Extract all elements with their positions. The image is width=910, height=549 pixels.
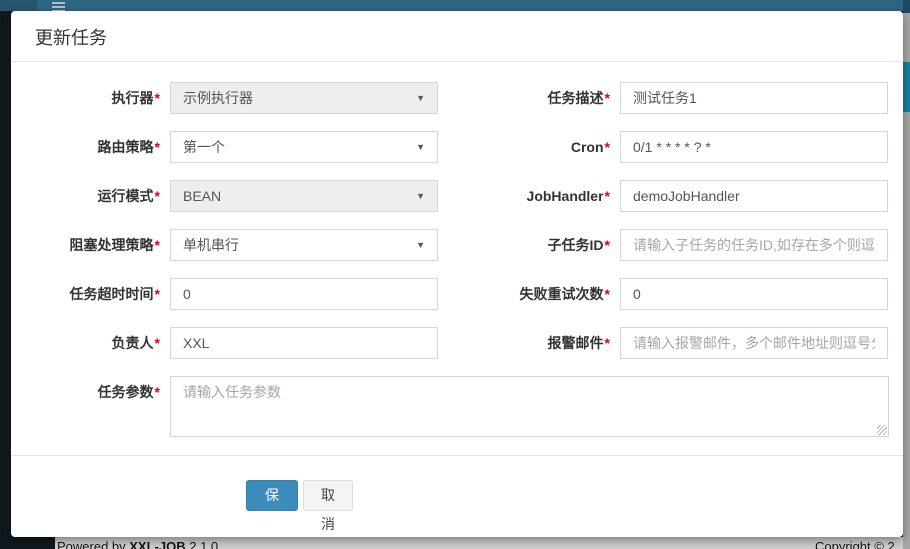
block-strategy-select[interactable]: 单机串行 ▼ bbox=[170, 229, 438, 261]
footer-copyright: Copyright © 2 bbox=[815, 539, 895, 549]
field-label-job-desc: 任务描述* bbox=[460, 82, 610, 114]
field-label-child-jobid: 子任务ID* bbox=[460, 229, 610, 261]
cron-input[interactable] bbox=[620, 131, 888, 163]
chevron-down-icon: ▼ bbox=[416, 240, 425, 250]
cancel-button[interactable]: 取消 bbox=[303, 480, 353, 511]
footer-brand: XXL-JOB bbox=[129, 539, 185, 549]
save-button[interactable]: 保存 bbox=[246, 480, 298, 511]
alarm-email-input[interactable] bbox=[620, 327, 888, 359]
glue-type-select: BEAN ▼ bbox=[170, 180, 438, 212]
block-strategy-value: 单机串行 bbox=[183, 235, 239, 255]
footer-version: 2.1.0 bbox=[186, 539, 219, 549]
field-label-job-param: 任务参数* bbox=[11, 376, 160, 408]
hamburger-icon[interactable] bbox=[52, 0, 66, 11]
field-label-jobhandler: JobHandler* bbox=[460, 180, 610, 212]
chevron-down-icon: ▼ bbox=[416, 93, 425, 103]
author-input[interactable] bbox=[170, 327, 438, 359]
chevron-down-icon: ▼ bbox=[416, 191, 425, 201]
field-label-route-strategy: 路由策略* bbox=[11, 131, 160, 163]
route-strategy-value: 第一个 bbox=[183, 137, 225, 157]
field-label-alarm-email: 报警邮件* bbox=[460, 327, 610, 359]
scrollbar-thumb[interactable] bbox=[903, 62, 910, 112]
update-task-modal: 更新任务 执行器* 示例执行器 ▼ 任务描述* 路由策略* 第一个 ▼ Cron… bbox=[11, 11, 903, 537]
navbar-logo-area bbox=[0, 0, 37, 11]
modal-header-divider bbox=[11, 61, 903, 62]
field-label-timeout: 任务超时时间* bbox=[11, 278, 160, 310]
sidebar-edge bbox=[0, 537, 55, 549]
executor-select-value: 示例执行器 bbox=[183, 88, 253, 108]
top-navbar bbox=[0, 0, 910, 11]
timeout-input[interactable] bbox=[170, 278, 438, 310]
field-label-fail-retry: 失败重试次数* bbox=[460, 278, 610, 310]
job-param-textarea[interactable] bbox=[170, 376, 889, 437]
field-label-glue-type: 运行模式* bbox=[11, 180, 160, 212]
child-jobid-input[interactable] bbox=[620, 229, 888, 261]
jobhandler-input[interactable] bbox=[620, 180, 888, 212]
field-label-cron: Cron* bbox=[460, 131, 610, 163]
chevron-down-icon: ▼ bbox=[416, 142, 425, 152]
modal-title: 更新任务 bbox=[35, 27, 107, 49]
executor-select: 示例执行器 ▼ bbox=[170, 82, 438, 114]
fail-retry-input[interactable] bbox=[620, 278, 888, 310]
job-desc-input[interactable] bbox=[620, 82, 888, 114]
footer-powered-prefix: Powered by bbox=[57, 539, 129, 549]
navbar-corner bbox=[903, 0, 910, 13]
footer-powered-by: Powered by XXL-JOB 2.1.0 bbox=[57, 539, 218, 549]
page-footer: Powered by XXL-JOB 2.1.0 Copyright © 2 bbox=[55, 537, 903, 549]
page-scrollbar[interactable] bbox=[903, 13, 910, 549]
modal-footer-divider bbox=[11, 455, 903, 456]
field-label-author: 负责人* bbox=[11, 327, 160, 359]
field-label-executor: 执行器* bbox=[11, 82, 160, 114]
glue-type-value: BEAN bbox=[183, 188, 221, 204]
route-strategy-select[interactable]: 第一个 ▼ bbox=[170, 131, 438, 163]
field-label-block-strategy: 阻塞处理策略* bbox=[11, 229, 160, 261]
